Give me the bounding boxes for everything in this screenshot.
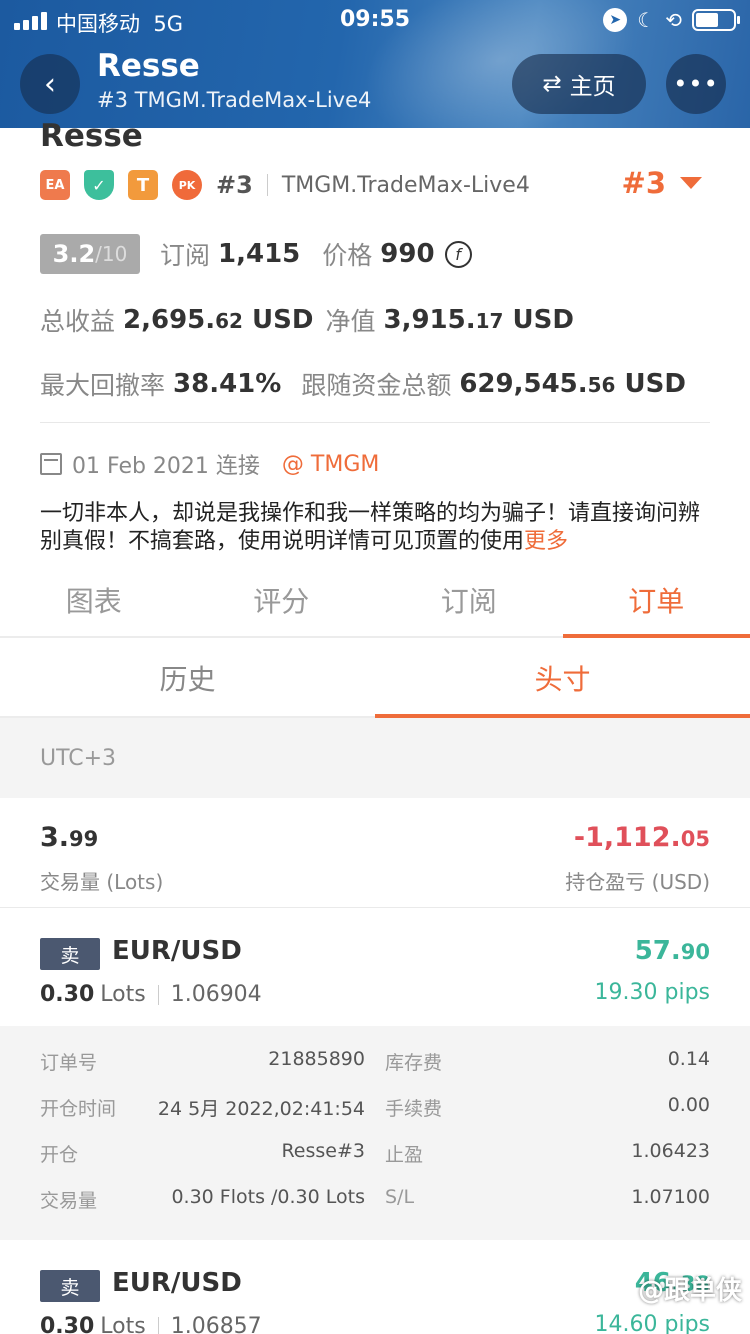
badge-divider — [266, 174, 268, 196]
detail-row: 交易量 0.30 Flots /0.30 Lots S/L 1.07100 — [40, 1186, 710, 1212]
position-card[interactable]: 卖 EUR/USD 0.30 Lots 1.06904 57.90 19.30 p… — [0, 908, 750, 1026]
detail-row: 订单号 21885890 库存费 0.14 — [40, 1048, 710, 1074]
timezone-label: UTC+3 — [0, 718, 750, 798]
badge-row: EA ✓ T PK #3 TMGM.TradeMax-Live4 — [40, 168, 530, 202]
open-price: 1.06857 — [170, 1314, 262, 1334]
stats-row-1: 3.2/10 订阅 1,415 价格 990 f — [40, 234, 472, 274]
location-icon: ➤ — [603, 8, 628, 32]
drawdown-value: 38.41% — [173, 369, 282, 399]
battery-icon — [692, 9, 740, 31]
subscribe-count: 1,415 — [218, 239, 301, 269]
header-bar: 中国移动 5G 09:55 ➤ ☾ ⟲ ‹ Resse #3 TMGM.Trad… — [0, 0, 750, 128]
calendar-icon — [40, 453, 62, 475]
follow-funds-value: 629,545.56 USD — [459, 369, 686, 399]
position-pips: 14.60 pips — [594, 1312, 710, 1334]
side-badge: 卖 — [40, 938, 100, 970]
detail-row: 开仓 Resse#3 止盈 1.06423 — [40, 1140, 710, 1166]
volume-value: 0.30 Flots /0.30 Lots — [171, 1186, 365, 1208]
subtab-positions[interactable]: 头寸 — [375, 638, 750, 718]
moon-icon: ☾ — [637, 8, 656, 32]
clock: 09:55 — [340, 7, 411, 32]
side-badge: 卖 — [40, 1270, 100, 1302]
carrier-name: 中国移动 — [56, 12, 140, 36]
position-profit: 57.90 — [634, 936, 710, 966]
broker-link[interactable]: @ TMGM — [282, 452, 379, 477]
rank-label: #3 — [216, 171, 253, 199]
total-profit-label: 总收益 — [40, 307, 116, 336]
tab-subscribe[interactable]: 订阅 — [375, 566, 563, 636]
open-time: 24 5月 2022,02:41:54 — [157, 1098, 365, 1120]
summary-pl: -1,112.05 — [573, 822, 710, 853]
coin-icon: f — [444, 240, 472, 268]
summary-pl-label: 持仓盈亏 (USD) — [565, 870, 710, 894]
tab-rating[interactable]: 评分 — [188, 566, 376, 636]
description-text: 一切非本人，却说是我操作和我一样策略的均为骗子！请直接询问辨别真假！不搞套路，使… — [40, 501, 701, 554]
stop-loss-value: 1.07100 — [631, 1186, 710, 1208]
strategy-description: 一切非本人，却说是我操作和我一样策略的均为骗子！请直接询问辨别真假！不搞套路，使… — [40, 500, 710, 556]
order-number: 21885890 — [268, 1048, 365, 1070]
rotation-lock-icon: ⟲ — [665, 8, 682, 32]
signal-icon — [14, 12, 47, 30]
position-symbol: EUR/USD — [112, 1268, 242, 1298]
trader-name: Resse — [40, 118, 143, 154]
main-tabs: 图表 评分 订阅 订单 — [0, 566, 750, 638]
fee-value: 0.00 — [667, 1094, 710, 1116]
connect-date: 01 Feb 2021 连接 — [72, 454, 260, 479]
ea-badge-icon: EA — [40, 170, 70, 200]
account-rank: #3 — [621, 166, 666, 200]
subscribe-label: 订阅 — [160, 241, 211, 270]
price-value: 990 — [380, 239, 435, 269]
nav-title: Resse — [97, 48, 200, 84]
position-lots: 0.30 Lots 1.06857 — [40, 1314, 262, 1334]
account-selector[interactable]: #3 — [622, 166, 702, 200]
connect-info: 01 Feb 2021 连接 @ TMGM — [40, 448, 379, 480]
position-lots: 0.30 Lots 1.06904 — [40, 982, 262, 1007]
position-pips: 19.30 pips — [594, 980, 710, 1005]
summary-volume: 3.99 — [40, 822, 99, 853]
stats-row-3: 最大回撤率 38.41% 跟随资金总额 629,545.56 USD — [40, 366, 686, 402]
t-badge-icon: T — [128, 170, 158, 200]
home-button-label: 主页 — [569, 74, 616, 100]
divider — [40, 422, 710, 423]
open-price: 1.06904 — [170, 982, 262, 1007]
take-profit-value: 1.06423 — [631, 1140, 710, 1162]
more-button[interactable]: ••• — [666, 54, 726, 114]
open-source: Resse#3 — [281, 1140, 365, 1162]
more-link[interactable]: 更多 — [524, 529, 568, 554]
total-profit-value: 2,695.62 USD — [123, 305, 314, 335]
pk-badge-icon: PK — [172, 170, 202, 200]
position-symbol: EUR/USD — [112, 936, 242, 966]
ellipsis-icon: ••• — [673, 70, 719, 98]
tab-orders[interactable]: 订单 — [562, 566, 750, 638]
verified-shield-icon: ✓ — [84, 170, 114, 200]
equity-label: 净值 — [325, 307, 376, 336]
status-bar: 中国移动 5G 09:55 ➤ ☾ ⟲ — [0, 0, 750, 40]
drawdown-label: 最大回撤率 — [40, 371, 166, 400]
follow-funds-label: 跟随资金总额 — [301, 371, 452, 400]
watermark: @跟单侠 — [637, 1276, 742, 1306]
summary-volume-label: 交易量 (Lots) — [40, 870, 164, 894]
swap-icon: ⇄ — [542, 71, 562, 97]
caret-down-icon — [680, 177, 702, 189]
network-type: 5G — [153, 12, 183, 36]
subtab-history[interactable]: 历史 — [0, 638, 375, 716]
order-subtabs: 历史 头寸 — [0, 638, 750, 718]
price-label: 价格 — [322, 241, 373, 270]
equity-value: 3,915.17 USD — [383, 305, 574, 335]
back-button[interactable]: ‹ — [20, 54, 80, 114]
position-details: 订单号 21885890 库存费 0.14 开仓时间 24 5月 2022,02… — [0, 1026, 750, 1240]
positions-summary: 3.99 交易量 (Lots) -1,112.05 持仓盈亏 (USD) — [0, 798, 750, 908]
home-button[interactable]: ⇄ 主页 — [512, 54, 646, 114]
swap-value: 0.14 — [667, 1048, 710, 1070]
tab-chart[interactable]: 图表 — [0, 566, 188, 636]
chevron-left-icon: ‹ — [44, 66, 56, 102]
server-name: TMGM.TradeMax-Live4 — [281, 172, 530, 198]
detail-row: 开仓时间 24 5月 2022,02:41:54 手续费 0.00 — [40, 1094, 710, 1120]
score-badge: 3.2/10 — [40, 234, 140, 274]
stats-row-2: 总收益 2,695.62 USD 净值 3,915.17 USD — [40, 302, 574, 338]
nav-subtitle: #3 TMGM.TradeMax-Live4 — [97, 88, 372, 112]
